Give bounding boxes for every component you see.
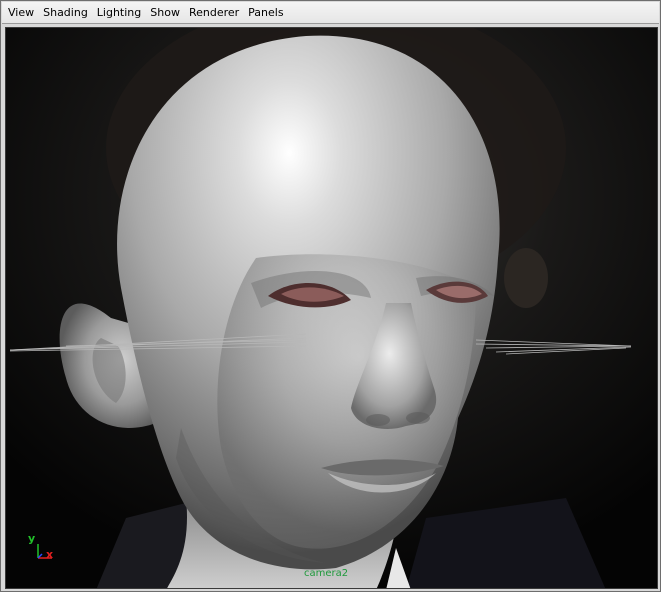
menu-panels[interactable]: Panels — [248, 2, 283, 24]
menu-renderer[interactable]: Renderer — [189, 2, 239, 24]
menu-show[interactable]: Show — [150, 2, 180, 24]
menu-shading[interactable]: Shading — [43, 2, 88, 24]
axis-label-x: x — [46, 548, 54, 561]
panel-menubar: View Shading Lighting Show Renderer Pane… — [2, 2, 659, 24]
camera-name-label: camera2 — [304, 568, 349, 579]
background-ear — [504, 248, 548, 308]
axis-label-y: y — [28, 532, 36, 545]
menu-lighting[interactable]: Lighting — [97, 2, 141, 24]
menu-view[interactable]: View — [8, 2, 34, 24]
viewport-panel-window: View Shading Lighting Show Renderer Pane… — [0, 0, 661, 592]
xyz-axis-icon: y x — [26, 532, 62, 568]
3d-viewport[interactable]: y x camera2 — [5, 27, 658, 589]
model-nostril-left — [366, 414, 390, 426]
viewport-scene[interactable] — [6, 28, 658, 589]
model-nostril-right — [406, 412, 430, 424]
